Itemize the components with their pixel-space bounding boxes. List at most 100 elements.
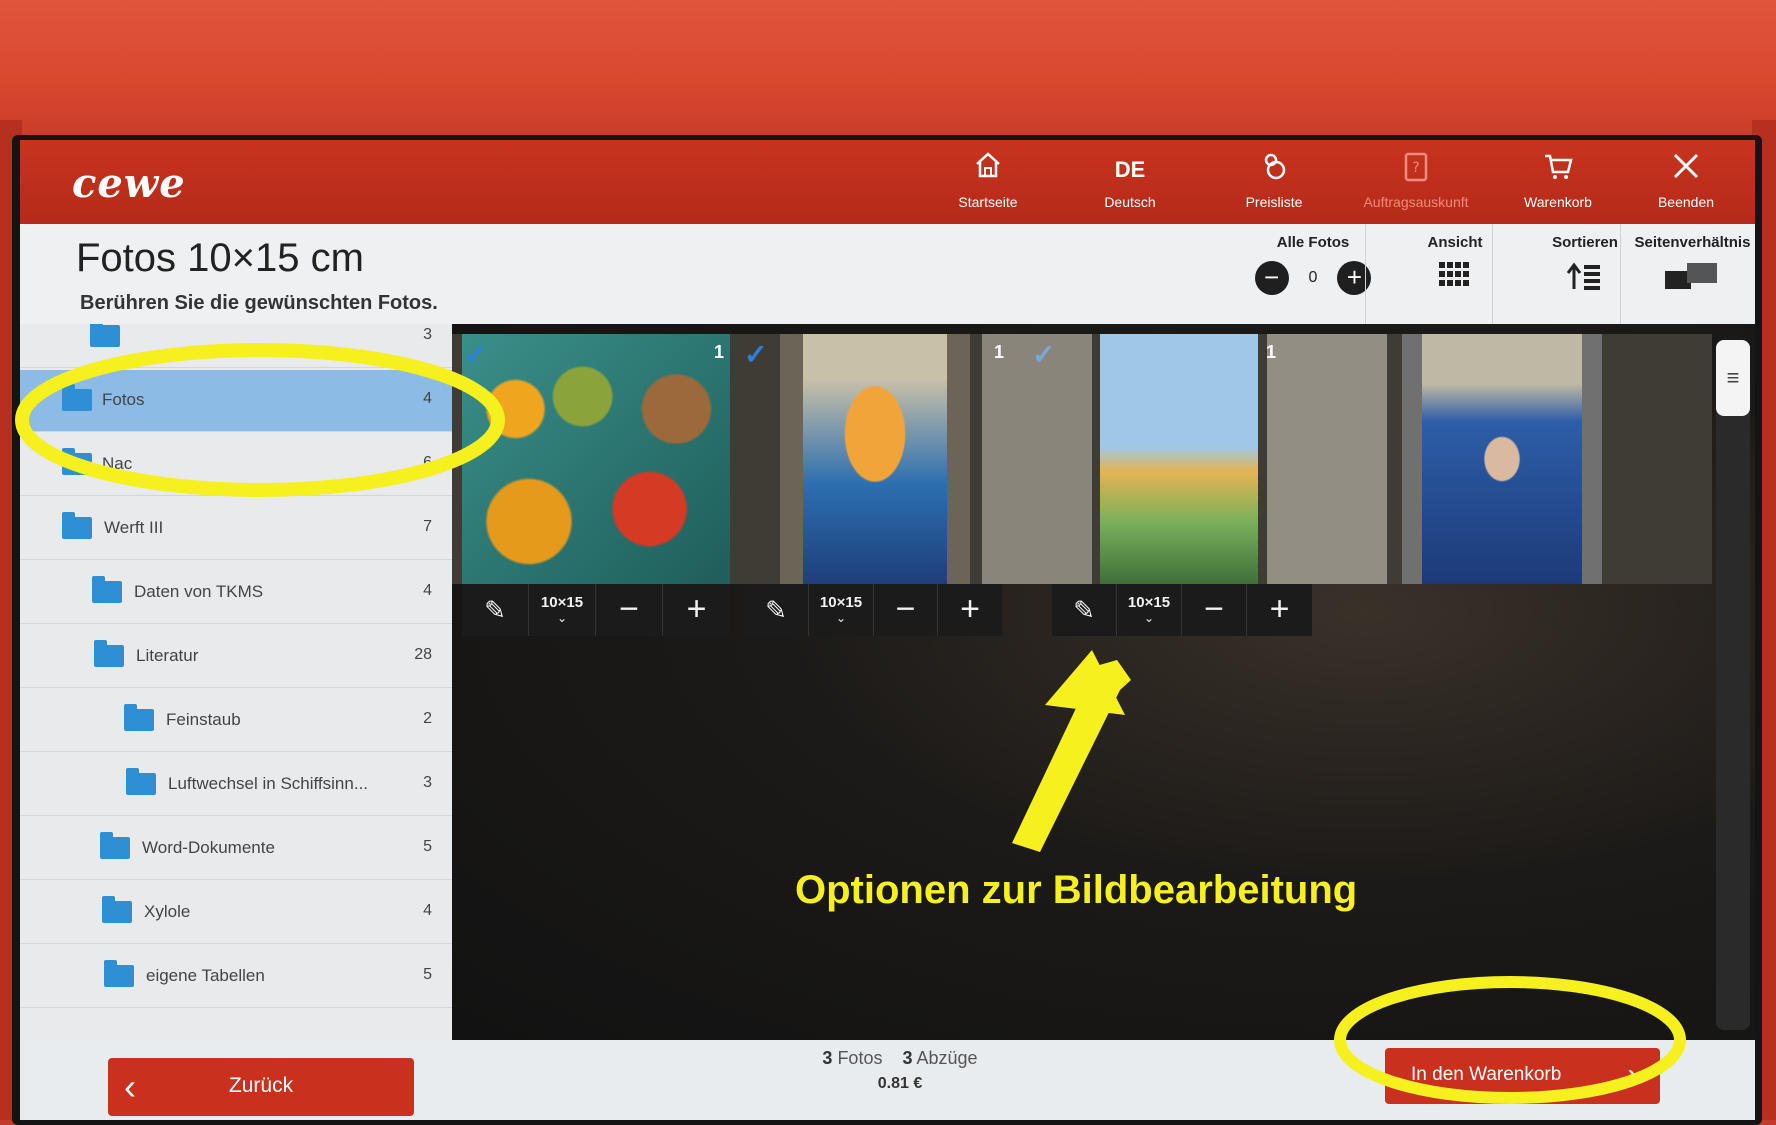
checkmark-icon: ✓ bbox=[744, 339, 768, 370]
scrollbar-track[interactable] bbox=[1716, 340, 1750, 1030]
folder-item-xylole[interactable]: Xylole 4 bbox=[20, 882, 452, 944]
decrease-button[interactable]: − bbox=[596, 584, 663, 636]
nav-price-list[interactable]: Preisliste bbox=[1214, 150, 1334, 210]
folder-count: 28 bbox=[414, 646, 432, 663]
bottom-bar: ‹ Zurück 3 Fotos 3 Abzüge 0.81 € In den … bbox=[20, 1040, 1755, 1120]
photo-toolbar: ✎ 10×15 ⌄ − + bbox=[462, 584, 730, 636]
folder-icon bbox=[94, 640, 124, 667]
folder-item[interactable]: Nac 6 bbox=[20, 434, 452, 496]
nav-language[interactable]: DE Deutsch bbox=[1070, 150, 1190, 210]
edit-button[interactable]: ✎ bbox=[462, 584, 529, 636]
folder-item-literatur[interactable]: Literatur 28 bbox=[20, 626, 452, 688]
photo-quantity: 1 bbox=[994, 342, 1005, 362]
language-code: DE bbox=[1114, 157, 1146, 182]
close-icon bbox=[1626, 150, 1746, 190]
increase-button[interactable]: + bbox=[663, 584, 730, 636]
all-photos-plus-button[interactable]: + bbox=[1337, 261, 1372, 295]
folder-name: Fotos bbox=[102, 390, 145, 409]
total-price: 0.81 € bbox=[877, 1075, 923, 1092]
increase-button[interactable]: + bbox=[938, 584, 1002, 636]
edit-button[interactable]: ✎ bbox=[744, 584, 809, 636]
folder-icon bbox=[62, 384, 92, 411]
plus-icon: + bbox=[960, 590, 980, 628]
nav-home[interactable]: Startseite bbox=[928, 150, 1048, 210]
all-photos-minus-button[interactable]: − bbox=[1254, 261, 1289, 295]
add-to-cart-button[interactable]: In den Warenkorb › bbox=[1385, 1048, 1660, 1104]
size-label: 10×15 bbox=[1127, 594, 1171, 611]
all-photos-count: 0 bbox=[1308, 269, 1318, 286]
folder-item-fotos[interactable]: Fotos 4 bbox=[20, 370, 452, 432]
folder-sidebar: 3 Fotos 4 Nac 6 Werft III 7 Daten von TK… bbox=[20, 324, 452, 1040]
svg-text:?: ? bbox=[1412, 160, 1419, 176]
folder-icon bbox=[100, 832, 130, 859]
folder-name: Nac bbox=[102, 454, 133, 473]
edit-button[interactable]: ✎ bbox=[1052, 584, 1117, 636]
chevron-down-icon: ⌄ bbox=[556, 611, 568, 625]
order-summary: 3 Fotos 3 Abzüge 0.81 € bbox=[800, 1048, 1000, 1093]
photo-thumbnail[interactable] bbox=[780, 334, 970, 584]
folder-item-daten-tkms[interactable]: Daten von TKMS 4 bbox=[20, 562, 452, 624]
plus-icon: + bbox=[1269, 590, 1290, 628]
cart-icon bbox=[1498, 150, 1618, 190]
photo-thumbnail[interactable] bbox=[462, 334, 730, 584]
back-button[interactable]: ‹ Zurück bbox=[108, 1058, 414, 1116]
checkmark-icon: ✓ bbox=[464, 339, 488, 370]
minus-icon: − bbox=[1204, 590, 1224, 628]
folder-item-luftwechsel[interactable]: Luftwechsel in Schiffsinn... 3 bbox=[20, 754, 452, 816]
folder-item[interactable]: 3 bbox=[20, 324, 452, 368]
chevron-down-icon: ⌄ bbox=[835, 611, 847, 625]
view-control[interactable]: Ansicht bbox=[1400, 234, 1510, 294]
folder-count: 2 bbox=[423, 710, 432, 727]
folder-count: 4 bbox=[423, 582, 432, 599]
divider bbox=[1492, 224, 1493, 324]
aspect-ratio-label: Seitenverhältnis bbox=[1634, 234, 1751, 251]
folder-icon bbox=[102, 896, 132, 923]
folder-icon bbox=[124, 704, 154, 731]
clipboard-icon: ? bbox=[1356, 150, 1476, 190]
folder-item-werft[interactable]: Werft III 7 bbox=[20, 498, 452, 560]
sort-control[interactable]: Sortieren bbox=[1525, 234, 1645, 296]
photos-label: Fotos bbox=[837, 1048, 883, 1068]
prints-count: 3 bbox=[902, 1048, 913, 1068]
folder-icon bbox=[62, 512, 92, 539]
photo-thumbnail[interactable] bbox=[1100, 334, 1258, 584]
nav-order-status[interactable]: ? Auftragsauskunft bbox=[1356, 150, 1476, 210]
folder-name: Xylole bbox=[144, 902, 191, 921]
size-select[interactable]: 10×15 ⌄ bbox=[809, 584, 874, 636]
aspect-ratio-control[interactable]: Seitenverhältnis bbox=[1630, 234, 1755, 296]
folder-name: Word-Dokumente bbox=[142, 838, 275, 857]
chevron-down-icon: ⌄ bbox=[1143, 611, 1155, 625]
back-button-label: Zurück bbox=[228, 1074, 294, 1097]
nav-cart[interactable]: Warenkorb bbox=[1498, 150, 1618, 210]
size-select[interactable]: 10×15 ⌄ bbox=[1117, 584, 1182, 636]
photo-strip: ✓ 1 ✓ 1 ✓ 1 bbox=[452, 334, 1712, 584]
photos-count: 3 bbox=[822, 1048, 833, 1068]
folder-count: 3 bbox=[423, 326, 432, 343]
decrease-button[interactable]: − bbox=[1182, 584, 1247, 636]
nav-exit[interactable]: Beenden bbox=[1626, 150, 1746, 210]
folder-item-word-dokumente[interactable]: Word-Dokumente 5 bbox=[20, 818, 452, 880]
folder-count: 3 bbox=[423, 774, 432, 791]
folder-name: eigene Tabellen bbox=[146, 966, 265, 985]
nav-exit-label: Beenden bbox=[1657, 194, 1715, 210]
grid-view-icon bbox=[1400, 261, 1510, 294]
checkmark-icon: ✓ bbox=[1032, 339, 1056, 370]
folder-icon bbox=[62, 448, 92, 475]
photo-quantity: 1 bbox=[1266, 342, 1277, 362]
photo-area: ≡ ✓ 1 ✓ 1 ✓ 1 ✎ 10×15 ⌄ − + ✎ 10×15 ⌄ − … bbox=[452, 324, 1755, 1040]
pencil-icon: ✎ bbox=[1073, 595, 1095, 625]
reflection bbox=[982, 334, 1092, 584]
folder-count: 5 bbox=[423, 838, 432, 855]
decrease-button[interactable]: − bbox=[874, 584, 938, 636]
aspect-ratio-icon bbox=[1630, 261, 1755, 296]
increase-button[interactable]: + bbox=[1247, 584, 1312, 636]
folder-count: 6 bbox=[423, 454, 432, 471]
size-label: 10×15 bbox=[819, 594, 863, 611]
cewe-logo: cewe bbox=[72, 160, 186, 207]
photo-thumbnail[interactable] bbox=[1402, 334, 1602, 584]
size-select[interactable]: 10×15 ⌄ bbox=[529, 584, 596, 636]
scrollbar-thumb[interactable]: ≡ bbox=[1716, 340, 1750, 416]
folder-item-eigene-tabellen[interactable]: eigene Tabellen 5 bbox=[20, 946, 452, 1008]
folder-item-feinstaub[interactable]: Feinstaub 2 bbox=[20, 690, 452, 752]
folder-name: Werft III bbox=[104, 518, 164, 537]
